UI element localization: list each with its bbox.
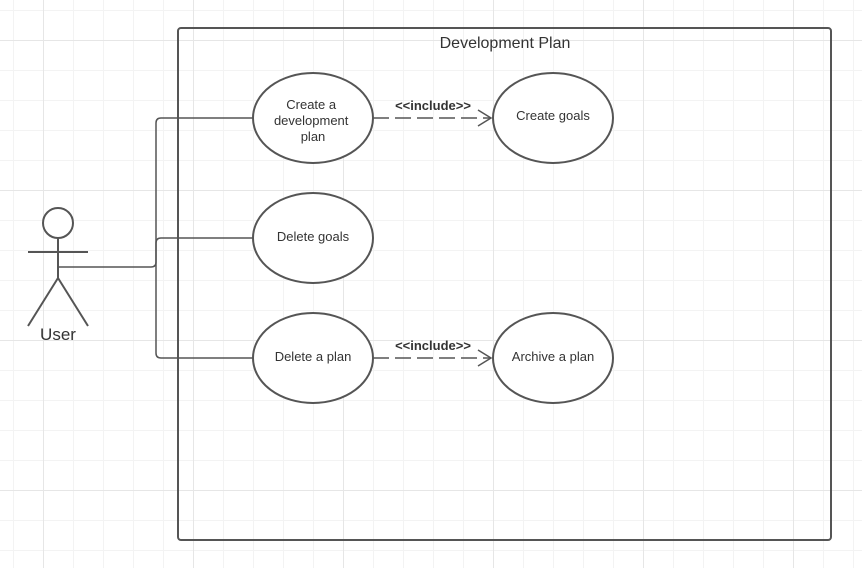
actor-label: User — [40, 325, 76, 344]
actor-left-leg — [27, 277, 59, 327]
use-case-delete-goals-label: Delete goals — [277, 229, 350, 244]
actor-head — [42, 207, 74, 239]
include-relation-1[interactable]: <<include>> — [373, 98, 493, 127]
use-case-create-plan-line-1: Create a — [286, 97, 337, 112]
association-delete-plan[interactable] — [155, 267, 253, 359]
use-case-delete-goals[interactable]: Delete goals — [252, 192, 374, 284]
use-case-create-goals-label: Create goals — [516, 108, 590, 123]
include-relation-2[interactable]: <<include>> — [373, 338, 493, 367]
use-case-archive-plan-label: Archive a plan — [512, 349, 594, 364]
diagram-canvas: Development Plan User <<include>> <<incl… — [0, 0, 862, 568]
use-case-create-plan-line-3: plan — [301, 129, 326, 144]
include-label-2: <<include>> — [395, 338, 471, 353]
use-case-archive-plan[interactable]: Archive a plan — [492, 312, 614, 404]
system-title: Development Plan — [440, 35, 571, 52]
association-delete-goals[interactable] — [155, 237, 253, 267]
use-case-delete-plan-label: Delete a plan — [275, 349, 352, 364]
use-case-delete-plan[interactable]: Delete a plan — [252, 312, 374, 404]
use-case-create-goals[interactable]: Create goals — [492, 72, 614, 164]
use-case-create-plan-line-2: development — [274, 113, 349, 128]
use-case-create-plan[interactable]: Create a development plan — [252, 72, 374, 164]
actor-right-leg — [57, 277, 89, 327]
use-case-diagram: Development Plan User <<include>> <<incl… — [27, 27, 832, 541]
associations — [58, 117, 253, 359]
include-label-1: <<include>> — [395, 98, 471, 113]
